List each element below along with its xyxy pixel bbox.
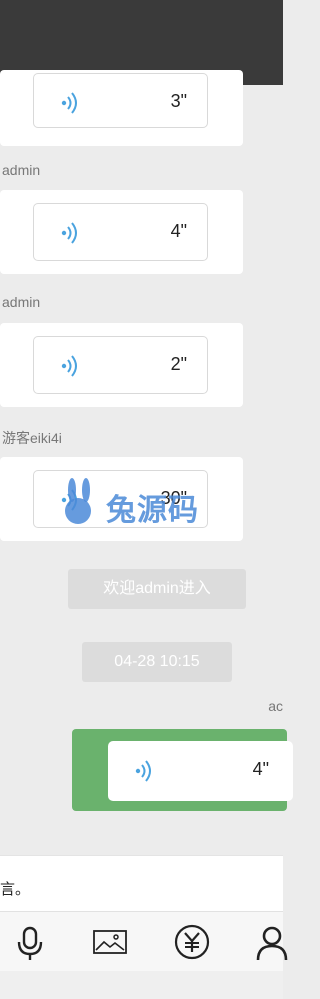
bottom-safe-area	[0, 971, 283, 999]
voice-duration: 3"	[170, 91, 187, 111]
logo-text: 兔源码	[106, 494, 199, 527]
voice-wave-icon	[61, 92, 77, 114]
own-message-card: 4"	[72, 729, 293, 811]
voice-bubble[interactable]: 3"	[33, 73, 208, 128]
image-icon[interactable]	[90, 922, 130, 962]
bottom-toolbar	[0, 911, 288, 971]
system-welcome: 欢迎admin进入	[68, 569, 246, 609]
microphone-icon[interactable]	[10, 922, 50, 962]
sender-name: 游客eiki4i	[2, 430, 62, 446]
voice-bubble[interactable]: 2"	[33, 336, 208, 394]
voice-duration: 4"	[252, 759, 269, 779]
yen-icon[interactable]	[172, 922, 212, 962]
rabbit-logo-icon	[65, 478, 91, 524]
message-card: 2"	[0, 323, 243, 407]
sender-name: admin	[2, 294, 41, 310]
own-sender-name: ac	[268, 698, 283, 714]
message-input[interactable]: 言。	[0, 855, 283, 911]
voice-wave-icon	[61, 222, 77, 244]
message-card: 4"	[0, 190, 243, 274]
user-icon[interactable]	[252, 922, 292, 962]
brand-logo: 兔源码	[56, 478, 216, 528]
timestamp-badge: 04-28 10:15	[82, 642, 232, 682]
voice-wave-icon	[135, 760, 151, 782]
sender-name: admin	[2, 162, 41, 178]
voice-duration: 2"	[170, 354, 187, 374]
voice-bubble[interactable]: 4"	[33, 203, 208, 261]
input-text: 言。	[0, 881, 31, 898]
voice-duration: 4"	[170, 221, 187, 241]
voice-wave-icon	[61, 355, 77, 377]
message-card: 3"	[0, 70, 243, 146]
voice-bubble[interactable]: 4"	[108, 741, 293, 801]
